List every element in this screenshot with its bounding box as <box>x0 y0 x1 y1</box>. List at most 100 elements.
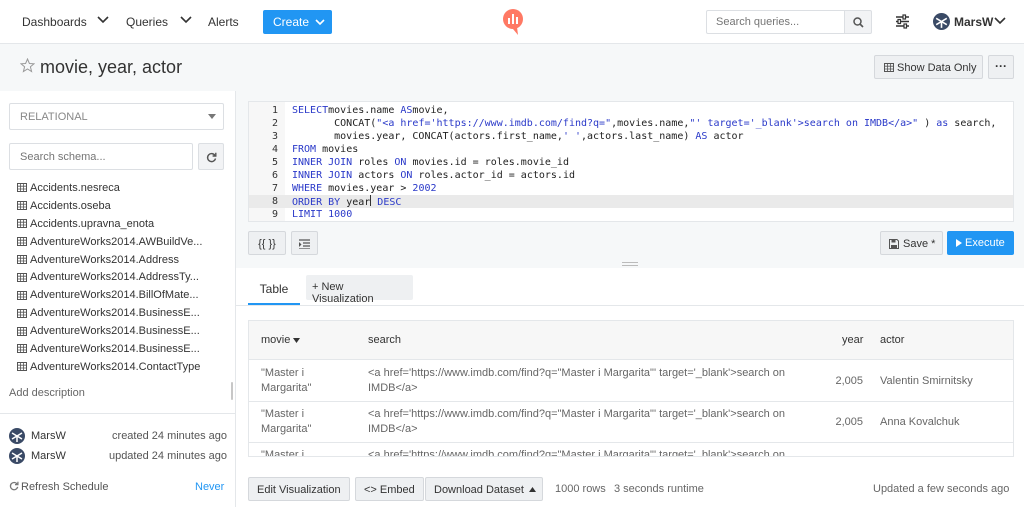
cell-search: <a href='https://www.imdb.com/find?q="Ma… <box>368 367 786 394</box>
schema-item[interactable]: AdventureWorks2014.AWBuildVe... <box>17 233 227 251</box>
save-button[interactable]: Save * <box>880 231 943 255</box>
code-line[interactable]: 7 WHERE movies.year > 2002 <box>249 182 1013 195</box>
schema-sidebar: RELATIONAL Accidents.nesreca Accidents.os… <box>0 91 236 507</box>
schema-item[interactable]: AdventureWorks2014.BusinessE... <box>17 322 227 340</box>
show-data-only-button[interactable]: Show Data Only <box>874 55 983 79</box>
created-time: created 24 minutes ago <box>112 430 227 442</box>
search-icon <box>853 17 864 28</box>
code-token: movies.name <box>328 105 401 116</box>
code-token: INNER JOIN <box>292 157 353 168</box>
code-token: ON <box>394 157 407 168</box>
code-line[interactable]: 2 CONCAT("<a href='https://www.imdb.com/… <box>249 117 1013 130</box>
code-token: ,actors.last_name) <box>581 131 696 142</box>
user-avatar[interactable] <box>933 13 950 30</box>
table-icon <box>17 272 27 282</box>
tab-table[interactable]: Table <box>248 275 300 305</box>
cell-search: <a href='https://www.imdb.com/find?q="Ma… <box>368 449 786 457</box>
chevron-down-icon[interactable] <box>96 13 110 27</box>
code-token: movies.year > <box>322 183 413 194</box>
cell-year: 2,005 <box>835 416 863 428</box>
search-queries-input[interactable] <box>706 10 845 34</box>
play-icon <box>956 239 962 247</box>
datasource-select[interactable]: RELATIONAL <box>9 103 224 130</box>
table-icon <box>17 362 27 372</box>
code-token: movies.id = roles.movie_id <box>406 157 569 168</box>
schema-item-label: Accidents.upravna_enota <box>30 217 155 230</box>
star-icon[interactable] <box>20 58 35 73</box>
column-header-actor[interactable]: actor <box>880 334 904 346</box>
tab-new-visualization[interactable]: + New Visualization <box>306 275 413 305</box>
code-token: "<a href='https://www.imdb.com/find?q=" <box>376 118 612 129</box>
create-button-label: Create <box>273 15 310 29</box>
create-button[interactable]: Create <box>263 10 332 34</box>
caret-down-icon <box>208 114 216 119</box>
updated-by-name: MarsW <box>31 450 66 462</box>
code-line[interactable]: 9 LIMIT 1000 <box>249 208 1013 221</box>
code-line[interactable]: 1 SELECTmovies.name ASmovie, <box>249 104 1013 117</box>
search-button[interactable] <box>845 10 872 34</box>
table-icon <box>17 308 27 318</box>
table-icon <box>17 183 27 193</box>
schema-item[interactable]: Accidents.oseba <box>17 197 227 215</box>
user-name[interactable]: MarsW <box>954 15 993 29</box>
download-dataset-button[interactable]: Download Dataset <box>425 477 543 501</box>
code-token: 2002 <box>412 183 437 194</box>
code-text: ORDER BY year DESC <box>292 195 401 209</box>
add-description-link[interactable]: Add description <box>9 387 85 399</box>
schema-item[interactable]: AdventureWorks2014.BusinessE... <box>17 340 227 358</box>
row-count: 1000 rows <box>555 483 606 495</box>
schema-item[interactable]: AdventureWorks2014.BusinessE... <box>17 304 227 322</box>
column-header-search[interactable]: search <box>368 334 401 346</box>
code-line[interactable]: 6 INNER JOIN actors ON roles.actor_id = a… <box>249 169 1013 182</box>
format-query-button[interactable] <box>291 231 318 255</box>
redash-logo-icon[interactable] <box>502 9 524 35</box>
column-header-year[interactable]: year <box>842 334 863 346</box>
chevron-down-icon[interactable] <box>179 13 193 27</box>
schema-item[interactable]: AdventureWorks2014.Address <box>17 251 227 269</box>
code-text: WHERE movies.year > 2002 <box>292 182 437 195</box>
edit-visualization-button[interactable]: Edit Visualization <box>248 477 350 501</box>
table-icon <box>17 201 27 211</box>
code-token: ) <box>918 118 937 129</box>
chevron-down-icon[interactable] <box>993 14 1007 28</box>
refresh-schedule-value[interactable]: Never <box>195 481 224 493</box>
code-token: 1000 <box>328 209 353 220</box>
schema-item[interactable]: AdventureWorks2014.BillOfMate... <box>17 286 227 304</box>
code-token: WHERE <box>292 183 323 194</box>
schema-item[interactable]: AdventureWorks2014.AddressTy... <box>17 268 227 286</box>
resize-handle[interactable] <box>622 262 638 266</box>
code-token: search, <box>948 118 997 129</box>
table-icon <box>17 237 27 247</box>
code-line[interactable]: 8 ORDER BY year DESC <box>249 195 1013 208</box>
sliders-icon[interactable] <box>895 14 910 29</box>
embed-button[interactable]: <> Embed <box>355 477 424 501</box>
nav-dashboards[interactable]: Dashboards <box>22 15 87 29</box>
execute-button[interactable]: Execute <box>947 231 1014 255</box>
parameters-button[interactable]: {{ }} <box>248 231 286 255</box>
scrollbar-thumb[interactable] <box>231 382 233 400</box>
cell-movie: "Master i Margarita" <box>261 408 312 435</box>
refresh-icon <box>206 152 217 163</box>
floppy-icon <box>889 239 899 249</box>
code-line[interactable]: 4 FROM movies <box>249 143 1013 156</box>
schema-search-input[interactable] <box>9 143 193 170</box>
divider <box>0 413 235 414</box>
column-header-movie[interactable]: movie <box>261 334 301 346</box>
cell-actor: Valentin Smirnitsky <box>880 375 973 387</box>
schema-item[interactable]: Accidents.upravna_enota <box>17 215 227 233</box>
code-line[interactable]: 3 movies.year, CONCAT(actors.first_name,… <box>249 130 1013 143</box>
refresh-schema-button[interactable] <box>198 143 224 170</box>
code-line[interactable]: 5 INNER JOIN roles ON movies.id = roles.m… <box>249 156 1013 169</box>
sql-editor[interactable]: 1 SELECTmovies.name ASmovie, 2 CONCAT("<a … <box>248 101 1014 222</box>
nav-queries[interactable]: Queries <box>126 15 168 29</box>
code-token: movies <box>316 144 359 155</box>
nav-alerts[interactable]: Alerts <box>208 15 239 29</box>
schema-item-label: AdventureWorks2014.Address <box>30 253 179 266</box>
code-token: actors <box>352 170 401 181</box>
schema-item[interactable]: AdventureWorks2014.ContactType <box>17 358 227 376</box>
schema-item[interactable]: Accidents.nesreca <box>17 179 227 197</box>
code-token: "' target='_blank'>search on IMDB</a>" <box>689 118 919 129</box>
updated-meta: MarsW updated 24 minutes ago <box>9 448 227 464</box>
more-options-button[interactable]: ··· <box>988 55 1014 79</box>
page-title[interactable]: movie, year, actor <box>40 57 182 78</box>
